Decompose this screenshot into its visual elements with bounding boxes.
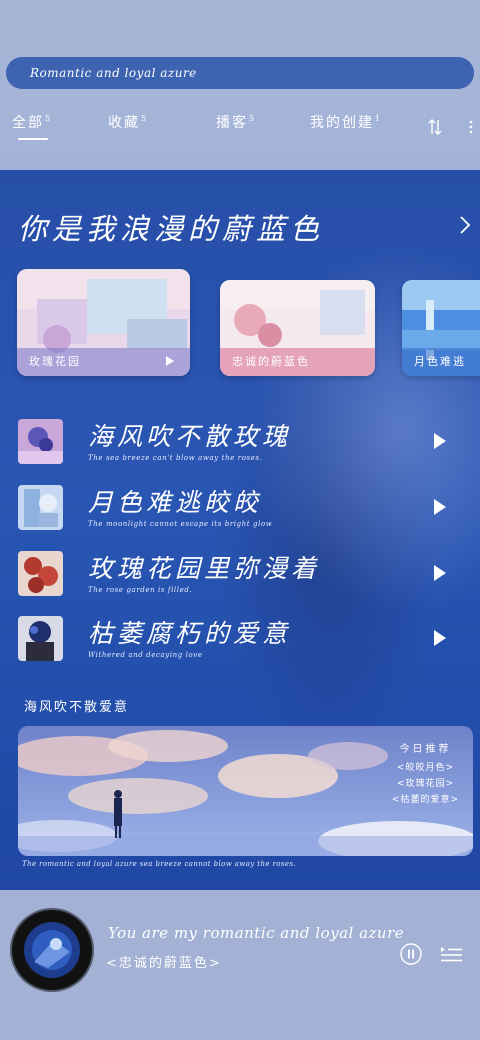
recommendation-banner[interactable]: 今日推荐 <皎皎月色> <玫瑰花园> <枯萎的爱意> [18,726,473,856]
hero-title: 你是我浪漫的蔚蓝色 [18,212,325,246]
now-playing-subtitle: <忠诚的蔚蓝色> [106,956,222,971]
search-bar[interactable]: Romantic and loyal azure [6,57,474,89]
song-cover [18,616,63,661]
pause-icon[interactable] [400,943,422,965]
tab-favorites-count: 5 [141,114,149,124]
song-subtitle: The rose garden is filled. [88,586,193,594]
album-art [24,922,80,978]
tab-podcasts-label: 播客 [216,115,248,131]
song-row[interactable]: 月色难逃皎皎 The moonlight cannot escape its b… [18,485,478,535]
tab-favorites-label: 收藏 [108,115,140,131]
song-subtitle: Withered and decaying love [88,651,203,659]
more-options-icon[interactable] [468,118,474,136]
playlist-card-moonlight[interactable]: 月色难逃 [402,280,480,376]
playlist-card-loyal-azure[interactable]: 忠诚的蔚蓝色 [220,280,375,376]
sort-icon[interactable] [428,118,442,136]
section-title: 海风吹不散爱意 [24,700,130,715]
song-title: 月色难逃皎皎 [88,488,263,517]
song-title: 玫瑰花园里弥漫着 [88,554,321,583]
tab-my-created[interactable]: 我的创建1 [310,112,382,132]
card-label: 玫瑰花园 [29,355,81,368]
now-playing-title: You are my romantic and loyal azure [108,924,405,942]
tab-favorites[interactable]: 收藏5 [108,112,148,132]
song-cover [18,551,63,596]
play-icon[interactable] [434,433,446,449]
card-label: 月色难逃 [414,355,466,368]
banner-heading: 今日推荐 [399,744,452,755]
tab-all[interactable]: 全部5 [12,112,52,132]
search-text: Romantic and loyal azure [30,66,197,80]
banner-item[interactable]: <玫瑰花园> [392,776,459,792]
card-label: 忠诚的蔚蓝色 [232,355,310,368]
play-icon[interactable] [434,630,446,646]
album-disc[interactable] [12,910,92,990]
song-subtitle: The sea breeze can't blow away the roses… [88,454,263,462]
play-icon[interactable] [434,499,446,515]
banner-item[interactable]: <枯萎的爱意> [392,792,459,808]
song-title: 枯萎腐朽的爱意 [88,619,292,648]
song-row[interactable]: 枯萎腐朽的爱意 Withered and decaying love [18,616,478,666]
chevron-right-icon[interactable] [458,214,472,236]
song-title: 海风吹不散玫瑰 [88,422,292,451]
playlist-card-rose-garden[interactable]: 玫瑰花园 [17,269,190,376]
tab-active-indicator [18,138,48,140]
mini-player[interactable]: You are my romantic and loyal azure <忠诚的… [0,890,480,1040]
banner-item[interactable]: <皎皎月色> [392,760,459,776]
song-cover [18,485,63,530]
tab-all-count: 5 [45,114,53,124]
banner-recommendations: 今日推荐 <皎皎月色> <玫瑰花园> <枯萎的爱意> [392,742,459,808]
song-row[interactable]: 玫瑰花园里弥漫着 The rose garden is filled. [18,551,478,601]
tab-my-created-count: 1 [375,114,383,124]
song-subtitle: The moonlight cannot escape its bright g… [88,520,273,528]
tab-all-label: 全部 [12,115,44,131]
tab-my-created-label: 我的创建 [310,115,374,131]
banner-caption: The romantic and loyal azure sea breeze … [22,860,297,868]
tab-podcasts[interactable]: 播客5 [216,112,256,132]
top-header: Romantic and loyal azure 全部5 收藏5 播客5 我的创… [0,0,480,170]
play-icon[interactable] [166,356,174,366]
play-icon[interactable] [434,565,446,581]
tab-bar: 全部5 收藏5 播客5 我的创建1 [0,112,480,148]
main-content: 你是我浪漫的蔚蓝色 玫瑰花园 忠诚的蔚蓝色 月色难逃 海风吹不散玫瑰 The s… [0,170,480,890]
song-cover [18,419,63,464]
tab-podcasts-count: 5 [249,114,257,124]
song-row[interactable]: 海风吹不散玫瑰 The sea breeze can't blow away t… [18,419,478,469]
playlist-queue-icon[interactable] [440,945,462,963]
